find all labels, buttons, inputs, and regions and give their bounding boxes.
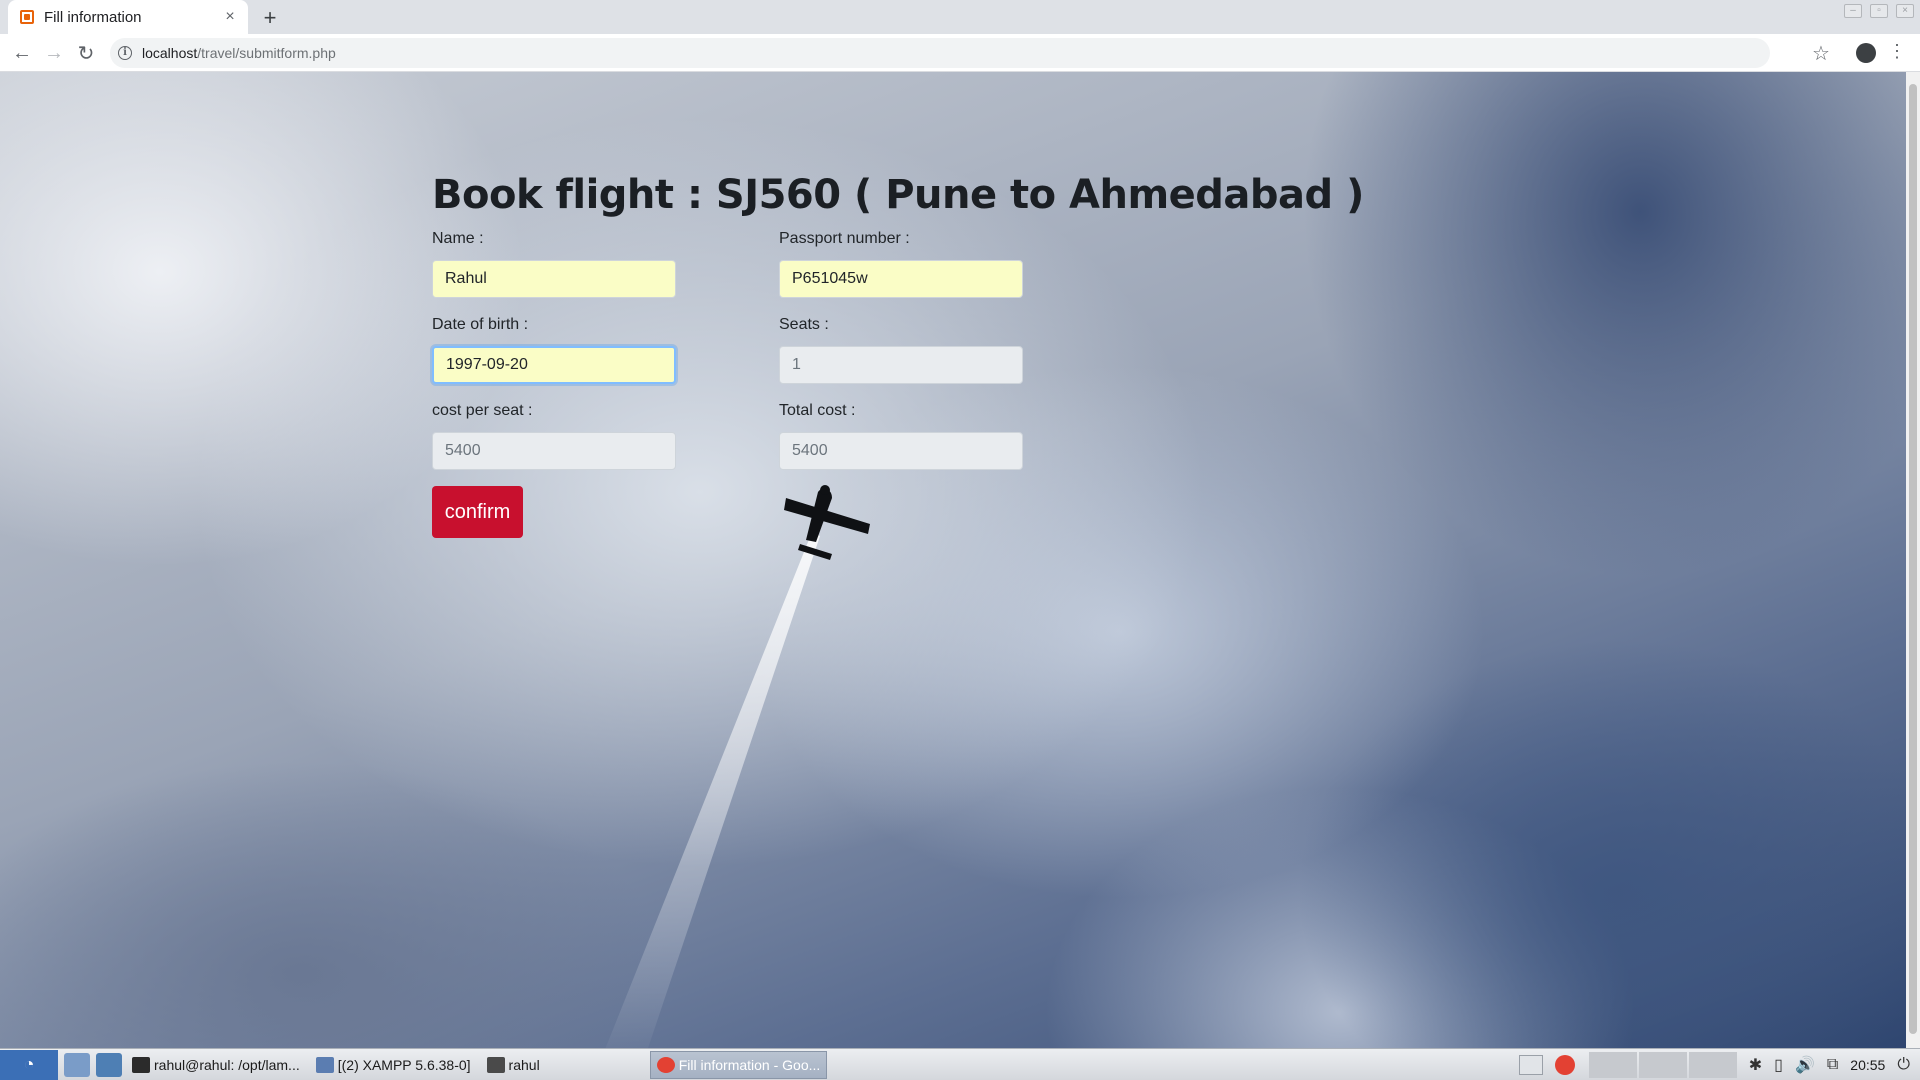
show-desktop-icon[interactable] bbox=[64, 1052, 90, 1077]
dob-label: Date of birth : bbox=[432, 316, 529, 333]
tab-strip: Fill information × + – ▫ × bbox=[0, 0, 1920, 34]
tray-slot-2 bbox=[1638, 1052, 1687, 1078]
close-window-button[interactable]: × bbox=[1896, 4, 1914, 18]
system-tray: ✱ ▯ 🔊 ⧉ 20:55 ⏻ bbox=[1507, 1049, 1920, 1080]
url-path: /travel/submitform.php bbox=[197, 45, 336, 61]
address-bar[interactable]: i localhost/travel/submitform.php bbox=[110, 38, 1770, 68]
dob-input[interactable] bbox=[432, 346, 676, 384]
back-button[interactable]: ← bbox=[8, 39, 36, 67]
window-list-icon[interactable] bbox=[1518, 1055, 1543, 1075]
minimize-window-button[interactable]: – bbox=[1844, 4, 1862, 18]
url-host: localhost bbox=[142, 45, 198, 61]
cost-per-seat-label: cost per seat : bbox=[432, 402, 533, 419]
browser-toolbar: ← → ↻ i localhost/travel/submitform.php … bbox=[0, 34, 1920, 72]
taskbar-files[interactable]: rahul bbox=[481, 1051, 546, 1079]
close-tab-icon[interactable]: × bbox=[218, 5, 242, 29]
reload-button[interactable]: ↻ bbox=[72, 39, 100, 67]
os-taskbar: ◔ rahul@rahul: /opt/lam... [(2) XAMPP 5.… bbox=[0, 1048, 1920, 1080]
chrome-icon bbox=[656, 1056, 675, 1073]
tab-title: Fill information bbox=[44, 8, 142, 26]
forward-button[interactable]: → bbox=[40, 39, 68, 67]
page-viewport: Book flight : SJ560 ( Pune to Ahmedabad … bbox=[0, 72, 1906, 1048]
taskbar-terminal-label: rahul@rahul: /opt/lam... bbox=[154, 1056, 300, 1073]
tab-fill-information[interactable]: Fill information × bbox=[8, 0, 248, 34]
taskbar-terminal[interactable]: rahul@rahul: /opt/lam... bbox=[126, 1051, 306, 1079]
passport-input[interactable] bbox=[779, 260, 1023, 298]
battery-icon[interactable]: ▯ bbox=[1774, 1055, 1783, 1075]
volume-icon[interactable]: 🔊 bbox=[1795, 1055, 1815, 1075]
power-icon[interactable]: ⏻ bbox=[1897, 1056, 1910, 1074]
start-menu-button[interactable]: ◔ bbox=[0, 1049, 58, 1080]
tray-slot-3 bbox=[1688, 1052, 1737, 1078]
name-input[interactable] bbox=[432, 260, 676, 298]
name-label: Name : bbox=[432, 230, 484, 247]
total-cost-input[interactable] bbox=[779, 432, 1023, 470]
url-text: localhost/travel/submitform.php bbox=[142, 45, 336, 61]
total-cost-label: Total cost : bbox=[779, 402, 856, 419]
maximize-window-button[interactable]: ▫ bbox=[1870, 4, 1888, 18]
seats-input[interactable] bbox=[779, 346, 1023, 384]
confirm-button[interactable]: confirm bbox=[432, 486, 523, 538]
chrome-tray-icon[interactable] bbox=[1554, 1055, 1575, 1075]
cost-per-seat-input[interactable] bbox=[432, 432, 676, 470]
taskbar-xampp[interactable]: [(2) XAMPP 5.6.38-0] bbox=[310, 1051, 477, 1079]
terminal-icon bbox=[132, 1056, 150, 1073]
bluetooth-icon[interactable]: ✱ bbox=[1749, 1055, 1762, 1075]
taskbar-chrome-label: Fill information - Goo... bbox=[678, 1056, 821, 1073]
window-icon bbox=[315, 1056, 334, 1073]
airplane-background-image bbox=[605, 485, 870, 1048]
tray-slot-1 bbox=[1588, 1052, 1637, 1078]
xampp-favicon-icon bbox=[20, 10, 34, 24]
scrollbar-thumb[interactable] bbox=[1909, 84, 1917, 1034]
profile-avatar-icon[interactable] bbox=[1856, 43, 1876, 63]
network-icon[interactable]: ⧉ bbox=[1827, 1056, 1838, 1074]
taskbar-chrome[interactable]: Fill information - Goo... bbox=[649, 1050, 828, 1079]
taskbar-xampp-label: [(2) XAMPP 5.6.38-0] bbox=[337, 1056, 471, 1073]
passport-label: Passport number : bbox=[779, 230, 910, 247]
new-tab-button[interactable]: + bbox=[256, 4, 284, 32]
site-info-icon[interactable]: i bbox=[118, 46, 132, 60]
taskbar-files-label: rahul bbox=[508, 1056, 540, 1073]
page-title: Book flight : SJ560 ( Pune to Ahmedabad … bbox=[432, 172, 1364, 218]
browser-menu-icon[interactable]: ⋮ bbox=[1888, 41, 1906, 62]
bookmark-star-icon[interactable]: ☆ bbox=[1812, 41, 1830, 66]
network-app-icon[interactable] bbox=[96, 1052, 122, 1077]
page-scrollbar[interactable] bbox=[1906, 72, 1920, 1048]
seats-label: Seats : bbox=[779, 316, 829, 333]
clock: 20:55 bbox=[1850, 1057, 1886, 1073]
folder-icon bbox=[486, 1056, 505, 1073]
